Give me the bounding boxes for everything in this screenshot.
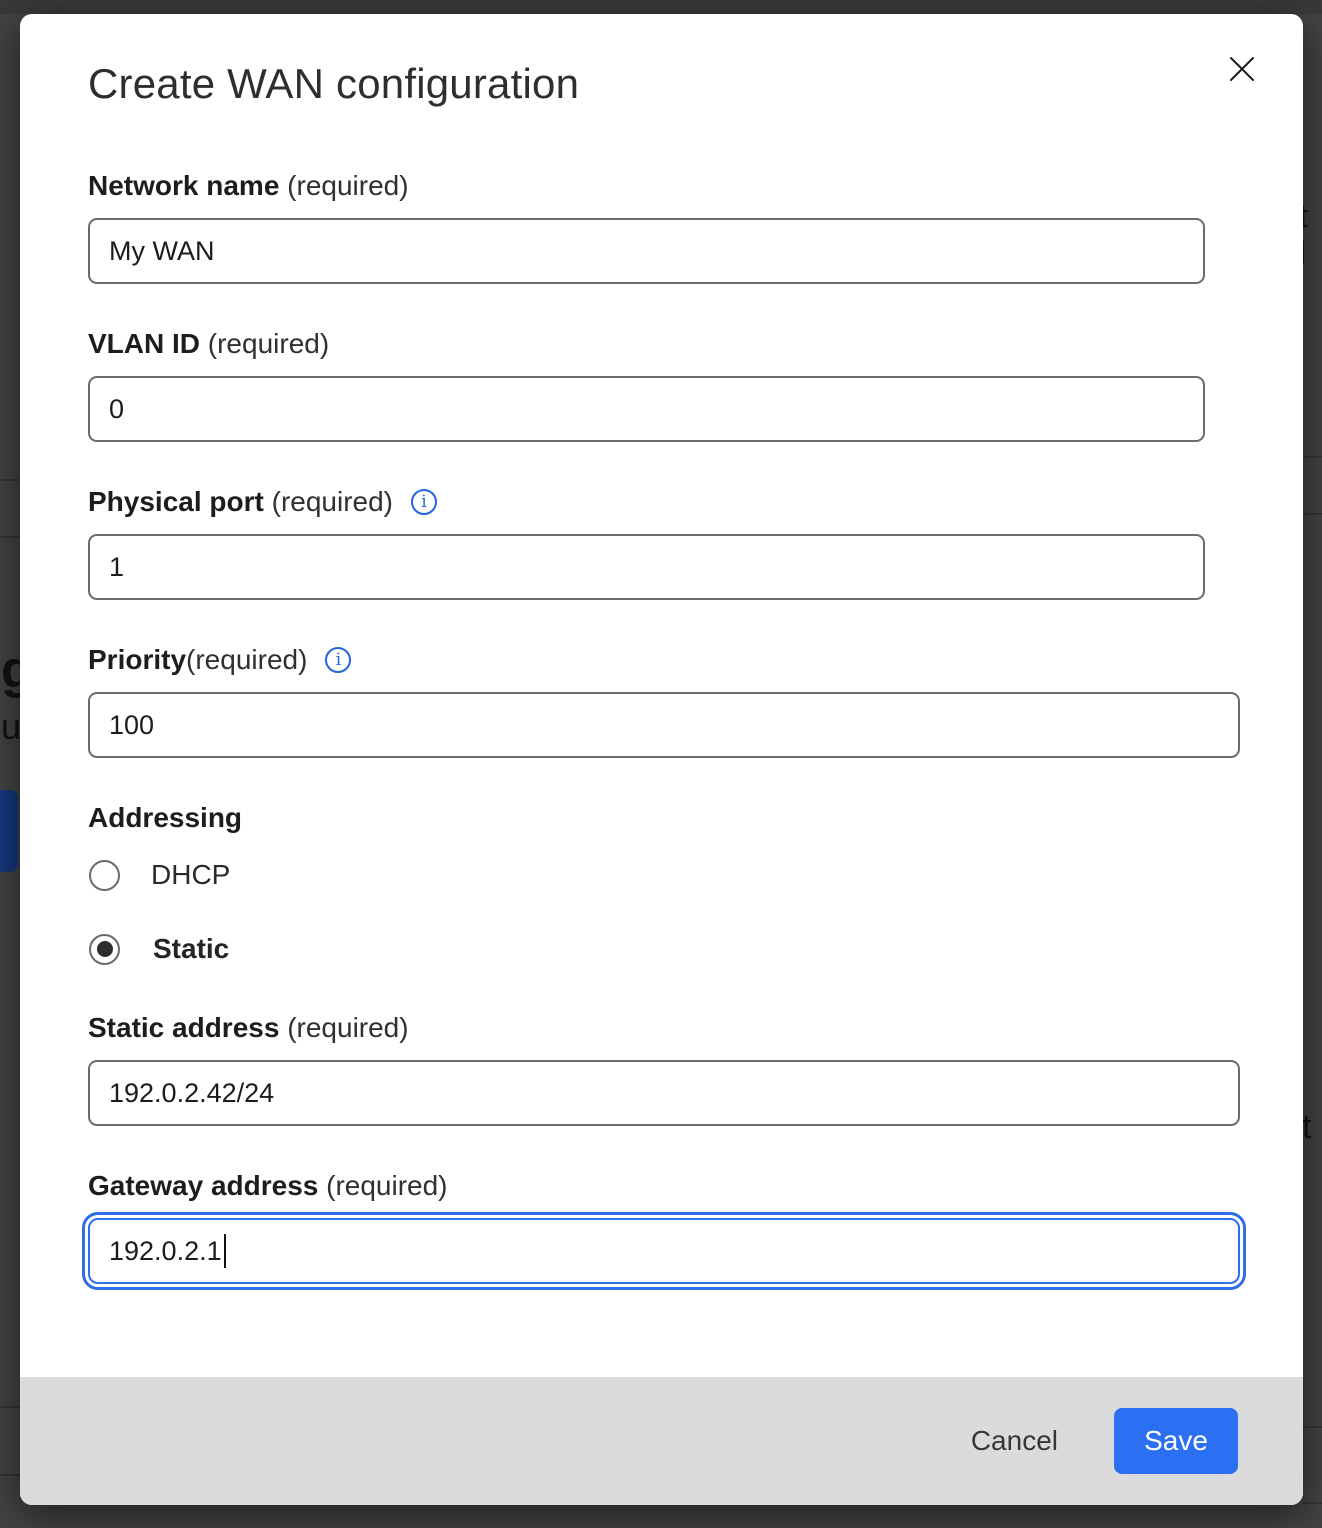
radio-label: DHCP: [151, 859, 230, 891]
required-text: (required): [186, 644, 307, 676]
dialog-footer: Cancel Save: [20, 1377, 1303, 1505]
bg-text-fragment: t: [1303, 1108, 1311, 1147]
static-address-label: Static address (required): [88, 1012, 1260, 1044]
input-value: 0: [109, 394, 124, 425]
bg-table-line: [0, 536, 20, 538]
required-text: (required): [279, 170, 408, 202]
addressing-option-static[interactable]: Static: [88, 932, 1260, 966]
bg-right-strip: t l t: [1303, 0, 1322, 1528]
label-text: VLAN ID: [88, 328, 200, 360]
label-text: Network name: [88, 170, 279, 202]
input-value: 1: [109, 552, 124, 583]
bg-left-strip: g u: [0, 0, 20, 1528]
network-name-label: Network name (required): [88, 170, 1260, 202]
addressing-heading: Addressing: [88, 802, 1260, 834]
priority-input[interactable]: 100: [88, 692, 1240, 758]
info-icon[interactable]: i: [411, 489, 437, 515]
physical-port-input[interactable]: 1: [88, 534, 1205, 600]
gateway-address-label: Gateway address (required): [88, 1170, 1260, 1202]
input-value: 192.0.2.1: [109, 1236, 222, 1267]
bg-table-line: [0, 1406, 20, 1408]
bg-table-line: [0, 479, 20, 481]
label-text: Static address: [88, 1012, 279, 1044]
save-button[interactable]: Save: [1114, 1408, 1238, 1474]
priority-label: Priority(required) i: [88, 644, 1260, 676]
bg-table-line: [1303, 1502, 1322, 1504]
required-text: (required): [200, 328, 329, 360]
vlan-id-input[interactable]: 0: [88, 376, 1205, 442]
dialog-body: Create WAN configuration Network name (r…: [20, 14, 1303, 1284]
input-value: 100: [109, 710, 154, 741]
bg-button-fragment: [0, 790, 18, 872]
input-value: 192.0.2.42/24: [109, 1078, 274, 1109]
create-wan-dialog: Create WAN configuration Network name (r…: [20, 14, 1303, 1505]
radio-selected-icon[interactable]: [89, 934, 120, 965]
dialog-title: Create WAN configuration: [88, 60, 1260, 108]
bg-text-fragment: g: [1, 640, 20, 700]
addressing-option-dhcp[interactable]: DHCP: [88, 858, 1260, 892]
radio-unselected-icon[interactable]: [89, 860, 120, 891]
gateway-address-input[interactable]: 192.0.2.1: [88, 1218, 1240, 1284]
label-text: Gateway address: [88, 1170, 318, 1202]
radio-label: Static: [153, 933, 229, 965]
required-text: (required): [279, 1012, 408, 1044]
screen: g u t l t Create WAN configuration Netwo…: [0, 0, 1322, 1528]
network-name-input[interactable]: My WAN: [88, 218, 1205, 284]
bg-text-fragment: u: [1, 706, 20, 748]
label-text: Priority: [88, 644, 186, 676]
input-value: My WAN: [109, 236, 214, 267]
static-address-input[interactable]: 192.0.2.42/24: [88, 1060, 1240, 1126]
vlan-id-label: VLAN ID (required): [88, 328, 1260, 360]
bg-table-line: [1303, 1426, 1322, 1428]
bg-table-line: [1303, 456, 1322, 458]
required-text: (required): [264, 486, 393, 518]
bg-table-line: [0, 1474, 20, 1476]
physical-port-label: Physical port (required) i: [88, 486, 1260, 518]
bg-text-fragment: t l: [1303, 198, 1322, 272]
text-cursor: [224, 1234, 226, 1268]
cancel-button[interactable]: Cancel: [965, 1415, 1064, 1467]
required-text: (required): [318, 1170, 447, 1202]
label-text: Physical port: [88, 486, 264, 518]
bg-table-line: [1303, 513, 1322, 515]
info-icon[interactable]: i: [325, 647, 351, 673]
bg-top-strip: [0, 0, 1322, 14]
